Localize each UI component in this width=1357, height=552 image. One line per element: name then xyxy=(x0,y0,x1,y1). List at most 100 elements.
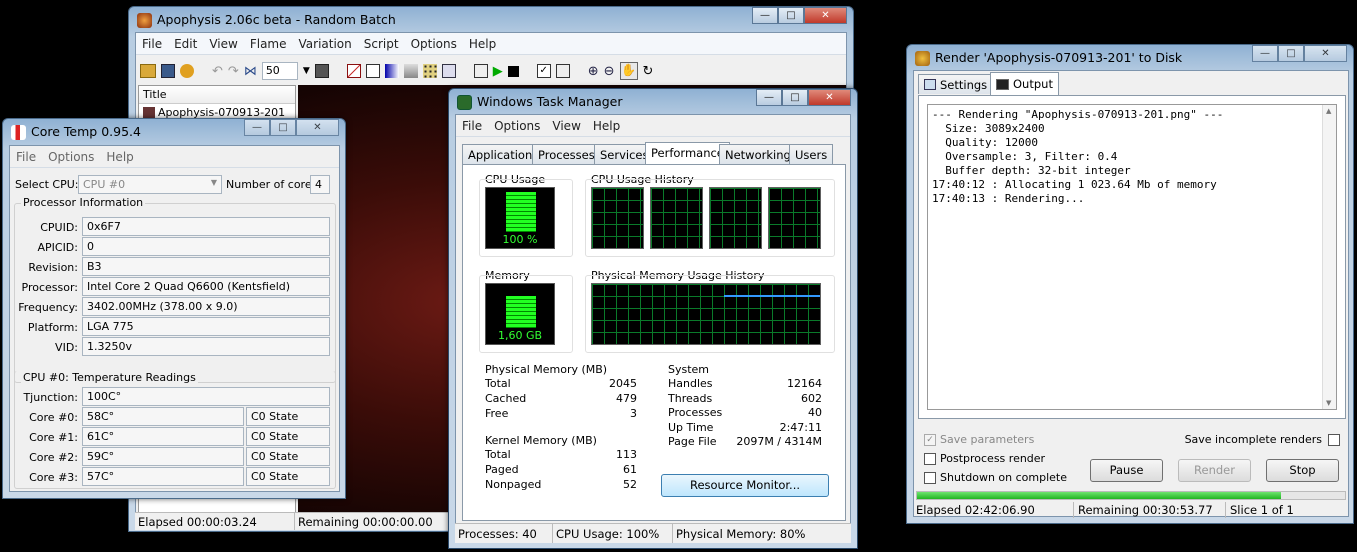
zoom-select[interactable]: 50 xyxy=(261,62,298,80)
select-cpu-dropdown[interactable]: CPU #0 ▼ xyxy=(78,175,222,194)
menu-options[interactable]: Options xyxy=(488,119,546,133)
group-label: CPU #0: Temperature Readings xyxy=(21,371,198,384)
row-value: 3 xyxy=(630,407,637,420)
taskmgr-titlebar[interactable]: Windows Task Manager — □ ✕ xyxy=(449,89,857,115)
tab-networking[interactable]: Networking xyxy=(719,144,797,164)
adjust-icon[interactable] xyxy=(365,64,380,78)
output-log[interactable]: --- Rendering "Apophysis-070913-201.png"… xyxy=(927,104,1337,410)
close-button[interactable]: ✕ xyxy=(804,7,847,24)
maximize-button[interactable]: □ xyxy=(782,89,808,106)
minimize-button[interactable]: — xyxy=(244,119,270,136)
zoom-out-icon[interactable]: ⊖ xyxy=(604,64,615,79)
scroll-up-icon[interactable]: ▲ xyxy=(1326,107,1331,115)
fullscreen-icon[interactable]: ⋈ xyxy=(244,64,257,79)
system-row: Threads 602 xyxy=(668,392,822,407)
status-elapsed: Elapsed 02:42:06.90 xyxy=(914,502,1074,518)
log-scrollbar[interactable]: ▲ ▼ xyxy=(1322,105,1336,409)
shutdown-checkbox[interactable]: Shutdown on complete xyxy=(924,471,1067,484)
menu-options[interactable]: Options xyxy=(405,37,463,51)
menu-file[interactable]: File xyxy=(10,150,42,164)
minimize-button[interactable]: — xyxy=(756,89,782,106)
tab-processes[interactable]: Processes xyxy=(532,144,601,164)
core0-temp: 58C° xyxy=(82,407,244,426)
maximize-button[interactable]: □ xyxy=(778,7,804,24)
coretemp-titlebar[interactable]: Core Temp 0.95.4 — □ ✕ xyxy=(3,119,345,145)
apophysis-titlebar[interactable]: Apophysis 2.06c beta - Random Batch — □ … xyxy=(129,7,853,33)
menu-help[interactable]: Help xyxy=(587,119,626,133)
rotate-icon[interactable]: ↻ xyxy=(643,64,654,79)
checkbox-icon xyxy=(924,452,936,465)
menu-view[interactable]: View xyxy=(203,37,243,51)
batch-icon[interactable] xyxy=(441,64,456,78)
tab-users[interactable]: Users xyxy=(789,144,834,164)
tab-output[interactable]: Output xyxy=(990,72,1059,95)
menu-help[interactable]: Help xyxy=(100,150,139,164)
mem-history-line xyxy=(724,295,820,297)
crop-icon[interactable] xyxy=(555,64,570,78)
frequency-label: Frequency: xyxy=(18,301,78,314)
stop-icon[interactable] xyxy=(507,65,519,77)
render-button[interactable]: Render xyxy=(1178,459,1251,482)
stop-button[interactable]: Stop xyxy=(1266,459,1339,482)
taskmgr-app-icon xyxy=(457,95,472,110)
tjunction-label: Tjunction: xyxy=(23,391,78,404)
menu-variation[interactable]: Variation xyxy=(293,37,358,51)
save-incomplete-checkbox[interactable]: Save incomplete renders xyxy=(1185,433,1340,446)
save-params-checkbox[interactable]: ✓ Save parameters xyxy=(924,433,1034,446)
apophysis-toolbar: ↶ ↷ ⋈ 50 ▼ ▶ ✓ ⊕ ⊖ ✋ ↻ xyxy=(136,58,848,84)
menu-view[interactable]: View xyxy=(546,119,586,133)
menu-flame[interactable]: Flame xyxy=(244,37,293,51)
undo-icon[interactable]: ↶ xyxy=(212,64,223,79)
postprocess-checkbox[interactable]: Postprocess render xyxy=(924,452,1045,465)
close-button[interactable]: ✕ xyxy=(1304,45,1347,62)
core3-state: C0 State xyxy=(246,467,330,486)
menu-options[interactable]: Options xyxy=(42,150,100,164)
render-progress-bar xyxy=(916,491,1346,500)
memory-meter: 1,60 GB xyxy=(485,283,555,345)
resource-monitor-button[interactable]: Resource Monitor... xyxy=(661,474,829,497)
editor-icon[interactable] xyxy=(346,64,361,78)
grid-icon[interactable] xyxy=(422,64,437,78)
pause-button[interactable]: Pause xyxy=(1090,459,1163,482)
vid-value: 1.3250v xyxy=(82,337,330,356)
play-icon[interactable]: ▶ xyxy=(493,64,503,79)
redo-icon[interactable]: ↷ xyxy=(228,64,239,79)
maximize-button[interactable]: □ xyxy=(270,119,296,136)
menu-help[interactable]: Help xyxy=(463,37,502,51)
menu-edit[interactable]: Edit xyxy=(168,37,203,51)
system-row: Page File 2097M / 4314M xyxy=(668,435,822,450)
group-label: Processor Information xyxy=(21,196,146,209)
frequency-value: 3402.00MHz (378.00 x 9.0) xyxy=(82,297,330,316)
status-cpu: CPU Usage: 100% xyxy=(553,524,673,543)
taskmgr-client: File Options View Help Applications Proc… xyxy=(455,114,851,541)
menu-file[interactable]: File xyxy=(136,37,168,51)
gradient-icon[interactable] xyxy=(384,64,399,78)
menu-file[interactable]: File xyxy=(456,119,488,133)
tab-performance[interactable]: Performance xyxy=(645,142,730,165)
edit-script-icon[interactable] xyxy=(473,64,488,78)
close-button[interactable]: ✕ xyxy=(808,89,851,106)
open-icon[interactable] xyxy=(140,64,156,78)
menu-script[interactable]: Script xyxy=(358,37,405,51)
close-button[interactable]: ✕ xyxy=(296,119,339,136)
save-icon[interactable] xyxy=(161,64,175,78)
platform-label: Platform: xyxy=(27,321,78,334)
coretemp-menubar: File Options Help xyxy=(10,146,339,168)
tab-settings[interactable]: Settings xyxy=(918,74,994,94)
zoom-in-icon[interactable]: ⊕ xyxy=(588,64,599,79)
minimize-button[interactable]: — xyxy=(1252,45,1278,62)
render-titlebar[interactable]: Render 'Apophysis-070913-201' to Disk — … xyxy=(907,45,1353,71)
row-value: 602 xyxy=(801,391,822,405)
minimize-button[interactable]: — xyxy=(752,7,778,24)
palette-icon[interactable] xyxy=(314,64,329,78)
mutate-icon[interactable] xyxy=(403,64,418,78)
zoom-dropdown-icon[interactable]: ▼ xyxy=(303,66,310,76)
render-tabs: Settings Output xyxy=(918,72,1346,96)
hand-icon[interactable]: ✋ xyxy=(619,62,638,80)
list-header[interactable]: Title xyxy=(139,86,295,104)
randomize-icon[interactable] xyxy=(180,64,194,78)
check-icon[interactable]: ✓ xyxy=(536,64,551,78)
maximize-button[interactable]: □ xyxy=(1278,45,1304,62)
scroll-down-icon[interactable]: ▼ xyxy=(1326,399,1331,407)
row-key: Total xyxy=(485,448,511,461)
